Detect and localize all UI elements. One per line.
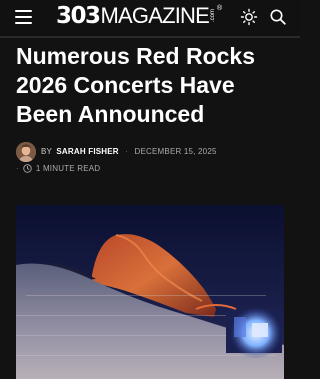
clock-icon (23, 164, 32, 173)
author-name-link[interactable]: SARAH FISHER (56, 147, 118, 156)
logo-dotcom: .com (210, 9, 217, 23)
logo-word: MAGAZINE (100, 3, 210, 28)
read-time: 1 MINUTE READ (35, 164, 101, 173)
read-time-line: · 1 MINUTE READ (16, 164, 100, 173)
article-byline: BY SARAH FISHER · DECEMBER 15, 2025 · 1 … (16, 142, 296, 182)
read-time-dot: · (16, 164, 19, 173)
top-navigation-bar: 303 MAGAZINE .com ® (0, 0, 300, 38)
search-icon[interactable] (269, 8, 287, 26)
article-headline: Numerous Red Rocks 2026 Concerts Have Be… (16, 43, 256, 127)
hero-image-red-rocks-concert[interactable] (16, 205, 284, 379)
logo-number: 303 (56, 3, 101, 29)
byline-separator: · (125, 147, 129, 156)
publish-date: DECEMBER 15, 2025 (134, 147, 217, 156)
author-avatar[interactable] (16, 142, 36, 162)
menu-icon[interactable] (15, 10, 32, 24)
logo-registered-mark: ® (217, 5, 223, 12)
author-line: BY SARAH FISHER · DECEMBER 15, 2025 (41, 147, 217, 156)
by-label: BY (41, 147, 52, 156)
sun-icon[interactable] (240, 8, 258, 26)
site-logo[interactable]: 303 MAGAZINE .com ® (56, 3, 222, 29)
